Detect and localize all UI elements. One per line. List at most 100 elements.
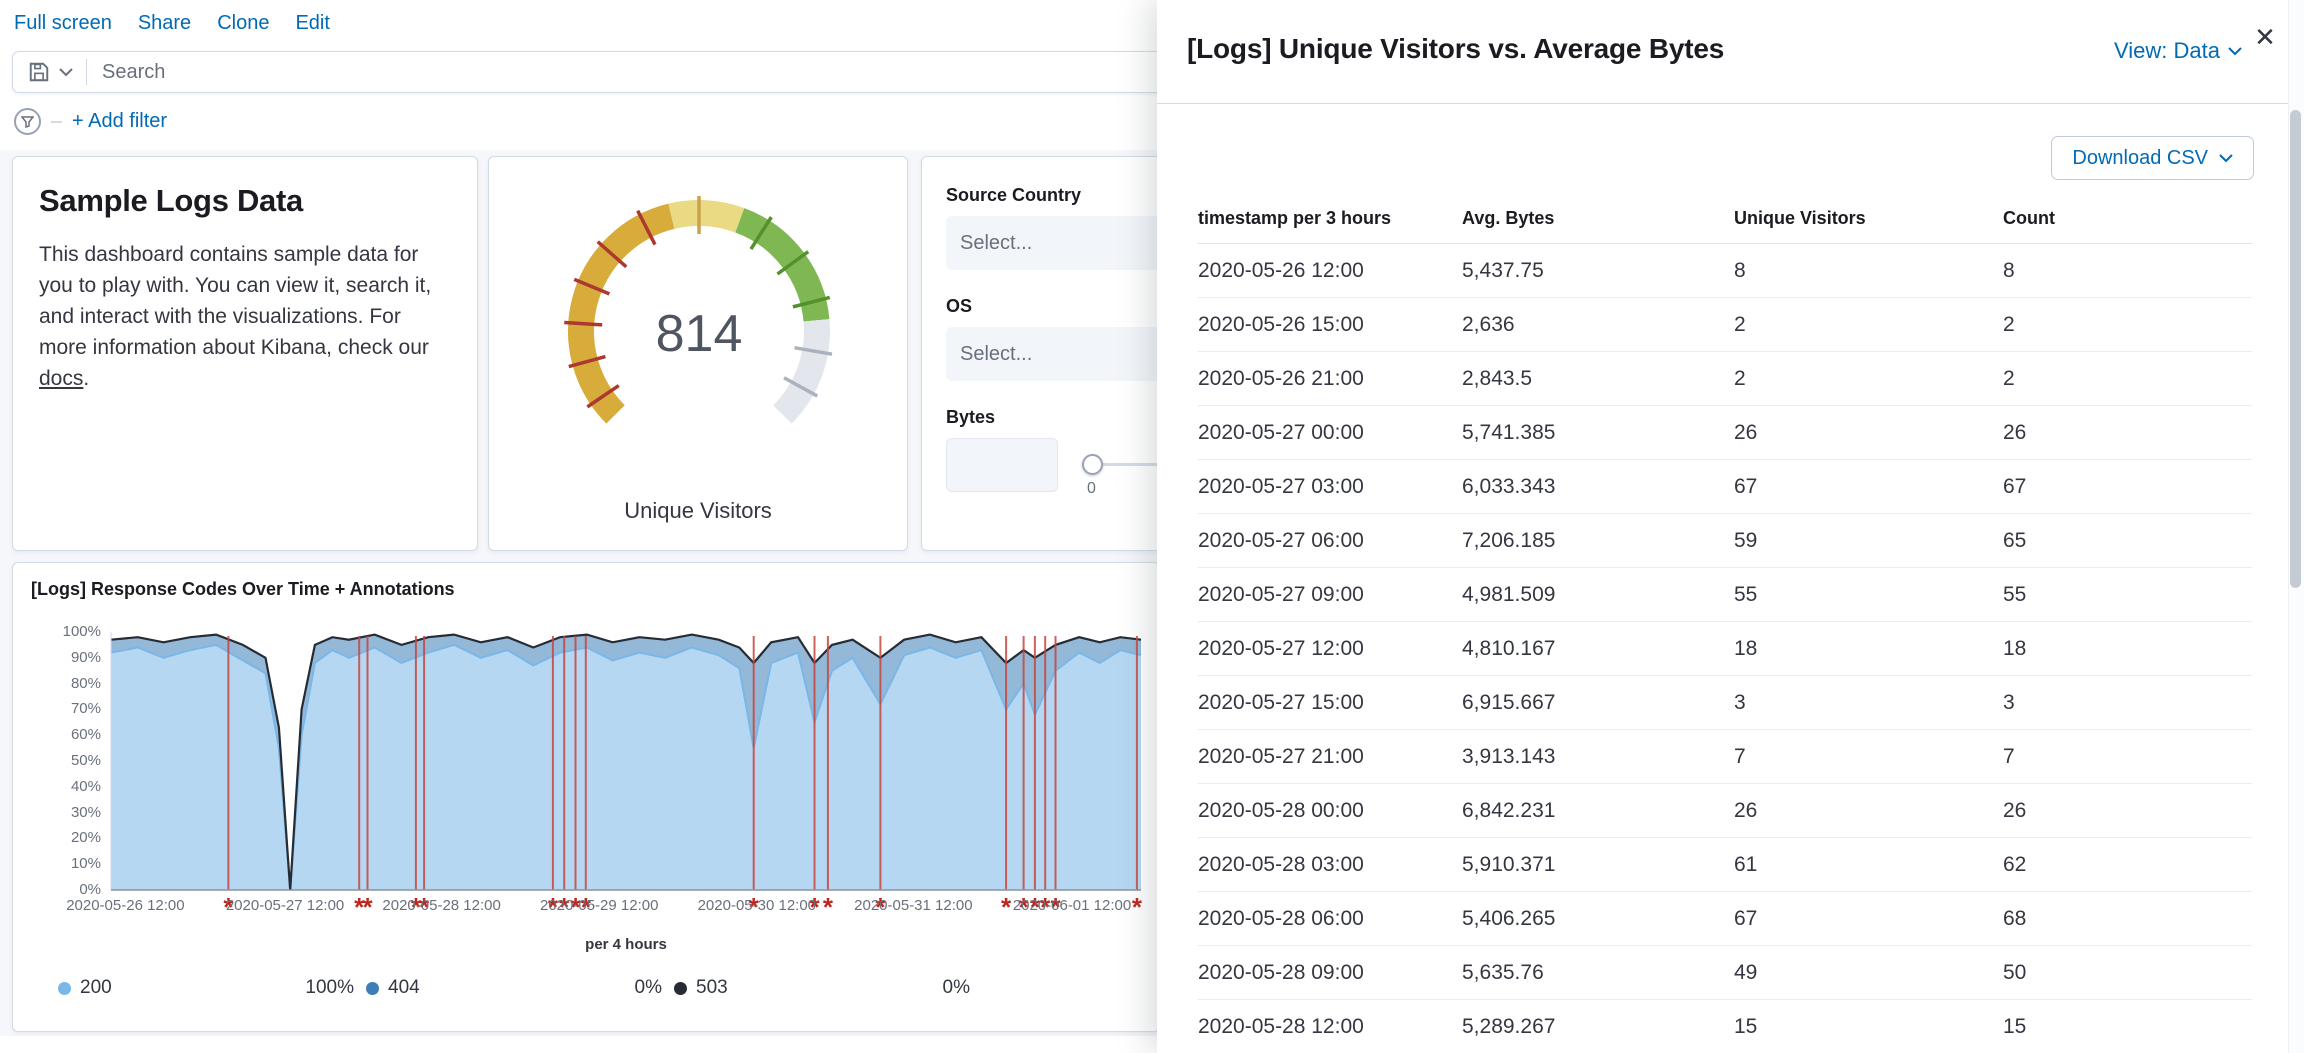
- table-cell: 2020-05-27 09:00: [1198, 583, 1462, 607]
- table-cell: 15: [2003, 1015, 2252, 1039]
- scrollbar-track[interactable]: [2288, 0, 2304, 1053]
- data-table: timestamp per 3 hoursAvg. BytesUnique Vi…: [1198, 198, 2252, 1053]
- filter-icon: [21, 116, 34, 128]
- markdown-title: Sample Logs Data: [39, 183, 451, 219]
- legend-item-503[interactable]: 5030%: [674, 977, 970, 999]
- table-cell: 2020-05-28 06:00: [1198, 907, 1462, 931]
- gauge-label: Unique Visitors: [489, 498, 907, 524]
- chart-plot-area: ******************* 2020-05-26 12:002020…: [13, 632, 1159, 890]
- bytes-slider-min-label: 0: [1087, 480, 1096, 498]
- table-cell: 2020-05-28 00:00: [1198, 799, 1462, 823]
- flyout-panel: ✕ [Logs] Unique Visitors vs. Average Byt…: [1157, 0, 2304, 1053]
- bytes-input[interactable]: [946, 438, 1058, 492]
- table-cell: 3: [1734, 691, 2003, 715]
- table-cell: 2020-05-26 12:00: [1198, 259, 1462, 283]
- series-200-area: [111, 645, 1141, 890]
- nav-link-share[interactable]: Share: [138, 12, 191, 35]
- x-axis-label: 2020-05-29 12:00: [514, 897, 684, 914]
- table-cell: 2: [2003, 367, 2252, 391]
- x-axis-label: 2020-05-31 12:00: [828, 897, 998, 914]
- legend-label: 503: [696, 977, 728, 999]
- table-cell: 4,981.509: [1462, 583, 1734, 607]
- x-axis-label: 2020-05-27 12:00: [200, 897, 370, 914]
- table-row: 2020-05-28 03:005,910.3716162: [1198, 838, 2252, 892]
- table-cell: 26: [2003, 421, 2252, 445]
- table-header-cell: Unique Visitors: [1734, 208, 2003, 229]
- panel-response-codes-chart: [Logs] Response Codes Over Time + Annota…: [12, 562, 1160, 1032]
- table-cell: 15: [1734, 1015, 2003, 1039]
- bytes-slider-handle[interactable]: [1082, 454, 1103, 475]
- table-row: 2020-05-26 15:002,63622: [1198, 298, 2252, 352]
- y-axis-label: 90%: [13, 649, 101, 666]
- table-cell: 2,636: [1462, 313, 1734, 337]
- table-cell: 8: [2003, 259, 2252, 283]
- view-selector-dropdown[interactable]: View: Data: [2114, 38, 2242, 64]
- table-row: 2020-05-28 06:005,406.2656768: [1198, 892, 2252, 946]
- table-cell: 18: [1734, 637, 2003, 661]
- chevron-down-icon: [59, 68, 73, 77]
- download-csv-button[interactable]: Download CSV: [2051, 136, 2254, 180]
- table-cell: 2020-05-27 12:00: [1198, 637, 1462, 661]
- gauge-tick: [564, 323, 602, 325]
- table-row: 2020-05-26 12:005,437.7588: [1198, 244, 2252, 298]
- nav-link-edit[interactable]: Edit: [295, 12, 329, 35]
- table-cell: 55: [1734, 583, 2003, 607]
- table-row: 2020-05-27 06:007,206.1855965: [1198, 514, 2252, 568]
- table-cell: 26: [1734, 421, 2003, 445]
- gauge-segment: [671, 213, 739, 220]
- markdown-body: This dashboard contains sample data for …: [39, 239, 451, 394]
- view-selector-label: View: Data: [2114, 38, 2220, 64]
- table-cell: 67: [1734, 475, 2003, 499]
- y-axis-label: 70%: [13, 700, 101, 717]
- table-cell: 7: [2003, 745, 2252, 769]
- table-cell: 2020-05-27 15:00: [1198, 691, 1462, 715]
- filters-menu-button[interactable]: [14, 108, 41, 135]
- table-cell: 26: [2003, 799, 2252, 823]
- table-cell: 5,741.385: [1462, 421, 1734, 445]
- table-row: 2020-05-27 00:005,741.3852626: [1198, 406, 2252, 460]
- table-cell: 6,915.667: [1462, 691, 1734, 715]
- table-cell: 7: [1734, 745, 2003, 769]
- nav-link-clone[interactable]: Clone: [217, 12, 269, 35]
- legend-dot-503: [674, 982, 687, 995]
- table-cell: 7,206.185: [1462, 529, 1734, 553]
- saved-query-menu-button[interactable]: [13, 61, 86, 83]
- gauge-segment: [782, 320, 817, 414]
- table-row: 2020-05-27 21:003,913.14377: [1198, 730, 2252, 784]
- docs-link[interactable]: docs: [39, 367, 83, 390]
- table-row: 2020-05-26 21:002,843.522: [1198, 352, 2252, 406]
- chevron-down-icon: [2228, 47, 2242, 56]
- table-row: 2020-05-27 12:004,810.1671818: [1198, 622, 2252, 676]
- y-axis-label: 0%: [13, 881, 101, 898]
- table-header-cell: timestamp per 3 hours: [1198, 208, 1462, 229]
- y-axis-label: 100%: [13, 623, 101, 640]
- table-cell: 3: [2003, 691, 2252, 715]
- scrollbar-thumb[interactable]: [2290, 110, 2301, 588]
- table-cell: 67: [2003, 475, 2252, 499]
- gauge-chart: 814: [489, 163, 909, 463]
- table-cell: 2020-05-27 00:00: [1198, 421, 1462, 445]
- panel-sample-logs-data: Sample Logs Data This dashboard contains…: [12, 156, 478, 551]
- table-cell: 5,910.371: [1462, 853, 1734, 877]
- markdown-text-end: .: [83, 367, 89, 390]
- table-cell: 55: [2003, 583, 2252, 607]
- table-cell: 61: [1734, 853, 2003, 877]
- chevron-down-icon: [2219, 154, 2233, 163]
- y-axis-label: 10%: [13, 855, 101, 872]
- search-input[interactable]: Search: [102, 61, 165, 84]
- nav-link-full-screen[interactable]: Full screen: [14, 12, 112, 35]
- table-cell: 5,437.75: [1462, 259, 1734, 283]
- legend-item-404[interactable]: 4040%: [366, 977, 662, 999]
- x-axis-title: per 4 hours: [111, 936, 1141, 953]
- area-chart[interactable]: *******************: [111, 632, 1141, 924]
- table-cell: 2020-05-26 21:00: [1198, 367, 1462, 391]
- y-axis-label: 50%: [13, 752, 101, 769]
- legend-item-200[interactable]: 200100%: [58, 977, 354, 999]
- add-filter-button[interactable]: + Add filter: [72, 110, 167, 133]
- x-axis-label: 2020-06-01 12:00: [987, 897, 1157, 914]
- table-header-cell: Avg. Bytes: [1462, 208, 1734, 229]
- flyout-body: Download CSV timestamp per 3 hoursAvg. B…: [1157, 104, 2304, 1053]
- markdown-text: This dashboard contains sample data for …: [39, 243, 431, 359]
- table-cell: 5,406.265: [1462, 907, 1734, 931]
- table-row: 2020-05-28 12:005,289.2671515: [1198, 1000, 2252, 1053]
